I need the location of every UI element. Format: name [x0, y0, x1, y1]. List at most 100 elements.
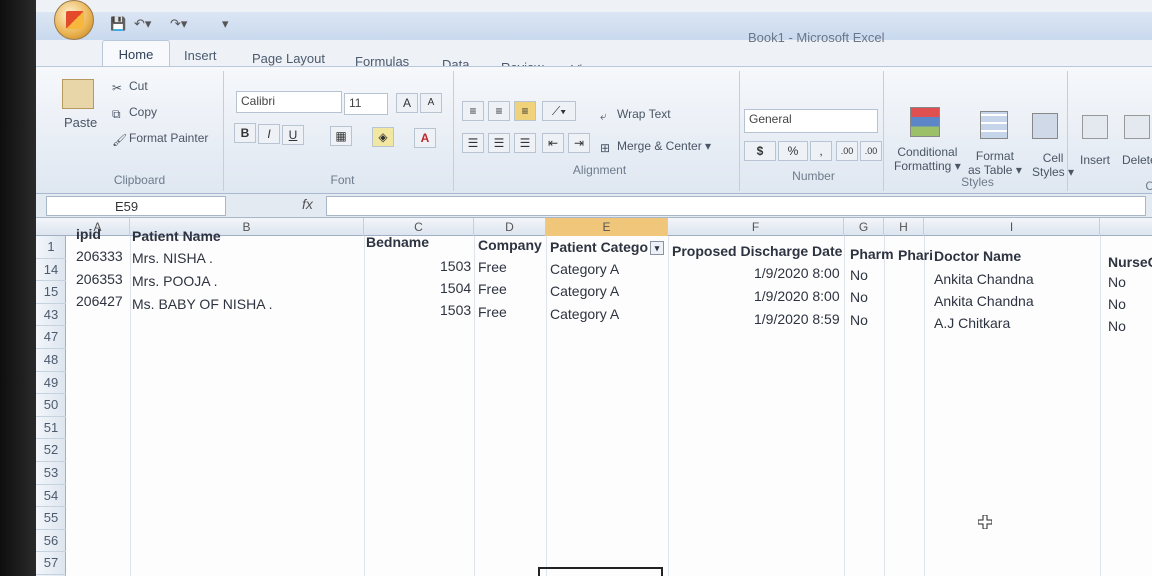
insert-cells-icon[interactable] — [1082, 115, 1108, 139]
currency-button[interactable]: $ — [744, 141, 776, 161]
save-icon[interactable]: 💾 — [110, 16, 126, 32]
comma-button[interactable]: , — [810, 141, 832, 161]
cell-discharge[interactable]: 1/9/2020 8:59 — [754, 311, 840, 327]
column-header-d[interactable]: D — [474, 218, 546, 236]
header-cell-nurse[interactable]: NurseC — [1108, 254, 1152, 270]
tab-page-layout[interactable]: Page Layout — [252, 51, 325, 66]
cell-pharm[interactable]: No — [850, 267, 868, 283]
merge-center-button[interactable]: ⊞ Merge & Center ▾ — [600, 139, 711, 155]
column-header-f[interactable]: F — [668, 218, 844, 236]
font-color-icon[interactable]: A — [414, 128, 436, 148]
filter-icon[interactable]: ▾ — [650, 241, 665, 256]
number-format-select[interactable]: General — [744, 109, 878, 133]
header-cell-company[interactable]: Company — [478, 237, 542, 253]
cell-patient-name[interactable]: Mrs. NISHA . — [132, 250, 213, 266]
align-bottom-icon[interactable]: ≡ — [514, 101, 536, 121]
cell-company[interactable]: Free — [478, 281, 507, 297]
format-as-table-button[interactable]: Format as Table ▾ — [968, 149, 1022, 177]
format-as-table-icon[interactable] — [980, 111, 1008, 139]
cell-pharm[interactable]: No — [850, 289, 868, 305]
row-header[interactable]: 57 — [36, 552, 66, 575]
align-top-icon[interactable]: ≡ — [462, 101, 484, 121]
row-header[interactable]: 14 — [36, 259, 66, 282]
cell-ipid[interactable]: 206427 — [76, 293, 123, 309]
row-header[interactable]: 50 — [36, 394, 66, 417]
cell-bed[interactable]: 1503 — [440, 258, 471, 274]
conditional-formatting-icon[interactable] — [910, 107, 940, 137]
underline-button[interactable]: U — [282, 125, 304, 145]
worksheet-grid[interactable]: A B C D E F G H I 1 14 15 43 47 48 49 50 — [36, 218, 1152, 576]
decrease-decimal-button[interactable]: .00 — [860, 141, 882, 161]
customize-qat-icon[interactable]: ▾ — [222, 16, 229, 32]
header-cell-patient-name[interactable]: Patient Name — [132, 228, 221, 244]
row-header[interactable]: 51 — [36, 417, 66, 440]
align-right-icon[interactable]: ☰ — [514, 133, 536, 153]
tab-home[interactable]: Home — [102, 40, 170, 68]
cell-nurse[interactable]: No — [1108, 296, 1126, 312]
font-name-select[interactable]: Calibri — [236, 91, 342, 113]
cell-pharm[interactable]: No — [850, 312, 868, 328]
tab-insert[interactable]: Insert — [184, 48, 217, 63]
header-cell-pharm[interactable]: Pharm — [850, 246, 894, 262]
align-middle-icon[interactable]: ≡ — [488, 101, 510, 121]
name-box[interactable]: E59 — [46, 196, 226, 216]
shrink-font-button[interactable]: A — [420, 93, 442, 113]
row-header[interactable]: 55 — [36, 507, 66, 530]
header-cell-doctor[interactable]: Doctor Name — [934, 248, 1021, 264]
cell-doctor[interactable]: Ankita Chandna — [934, 293, 1034, 309]
cell-category[interactable]: Category A — [550, 261, 619, 277]
selected-cell-e59[interactable] — [538, 567, 663, 576]
column-header-g[interactable]: G — [844, 218, 884, 236]
paste-icon[interactable] — [62, 79, 94, 109]
column-header-i[interactable]: I — [924, 218, 1100, 236]
font-size-select[interactable]: 11 — [344, 93, 388, 115]
insert-function-icon[interactable]: fx — [302, 196, 313, 212]
header-cell-ipid[interactable]: ipid — [76, 226, 101, 242]
cell-patient-name[interactable]: Ms. BABY OF NISHA . — [132, 296, 273, 312]
cut-button[interactable]: ✂ Cut — [112, 79, 148, 95]
column-header-e[interactable]: E — [546, 218, 668, 236]
fill-color-icon[interactable]: ◈ — [372, 127, 394, 147]
cell-nurse[interactable]: No — [1108, 318, 1126, 334]
cell-company[interactable]: Free — [478, 259, 507, 275]
cell-company[interactable]: Free — [478, 304, 507, 320]
redo-icon[interactable]: ↷▾ — [170, 16, 187, 32]
office-button[interactable] — [54, 0, 94, 40]
row-header[interactable]: 49 — [36, 372, 66, 395]
row-header[interactable]: 52 — [36, 439, 66, 462]
cell-category[interactable]: Category A — [550, 306, 619, 322]
percent-button[interactable]: % — [778, 141, 808, 161]
header-cell-patient-category[interactable]: Patient Catego ▾ — [550, 239, 665, 256]
cell-nurse[interactable]: No — [1108, 274, 1126, 290]
row-header[interactable]: 54 — [36, 485, 66, 508]
header-cell-proposed-discharge[interactable]: Proposed Discharge Date — [672, 243, 842, 259]
cell-bed[interactable]: 1504 — [440, 280, 471, 296]
increase-decimal-button[interactable]: .00 — [836, 141, 858, 161]
conditional-formatting-button[interactable]: Conditional Formatting ▾ — [894, 145, 961, 173]
row-header[interactable]: 15 — [36, 281, 66, 304]
cell-patient-name[interactable]: Mrs. POOJA . — [132, 273, 218, 289]
undo-icon[interactable]: ↶▾ — [134, 16, 151, 32]
cell-doctor[interactable]: A.J Chitkara — [934, 315, 1010, 331]
row-header[interactable]: 47 — [36, 326, 66, 349]
cell-discharge[interactable]: 1/9/2020 8:00 — [754, 288, 840, 304]
delete-cells-icon[interactable] — [1124, 115, 1150, 139]
row-header[interactable]: 43 — [36, 304, 66, 327]
cell-bed[interactable]: 1503 — [440, 302, 471, 318]
grow-font-button[interactable]: A — [396, 93, 418, 113]
italic-button[interactable]: I — [258, 124, 280, 144]
copy-button[interactable]: ⧉ Copy — [112, 105, 157, 121]
row-header[interactable]: 56 — [36, 530, 66, 553]
paste-button[interactable]: Paste — [64, 115, 97, 130]
cell-ipid[interactable]: 206353 — [76, 271, 123, 287]
row-header[interactable]: 48 — [36, 349, 66, 372]
cell-discharge[interactable]: 1/9/2020 8:00 — [754, 265, 840, 281]
decrease-indent-icon[interactable]: ⇤ — [542, 133, 564, 153]
column-header-h[interactable]: H — [884, 218, 924, 236]
format-painter-button[interactable]: 🖌 Format Painter — [112, 131, 208, 147]
cell-ipid[interactable]: 206333 — [76, 248, 123, 264]
cell-styles-icon[interactable] — [1032, 113, 1058, 139]
wrap-text-button[interactable]: ⤶ Wrap Text — [600, 107, 671, 123]
cell-doctor[interactable]: Ankita Chandna — [934, 271, 1034, 287]
align-left-icon[interactable]: ☰ — [462, 133, 484, 153]
